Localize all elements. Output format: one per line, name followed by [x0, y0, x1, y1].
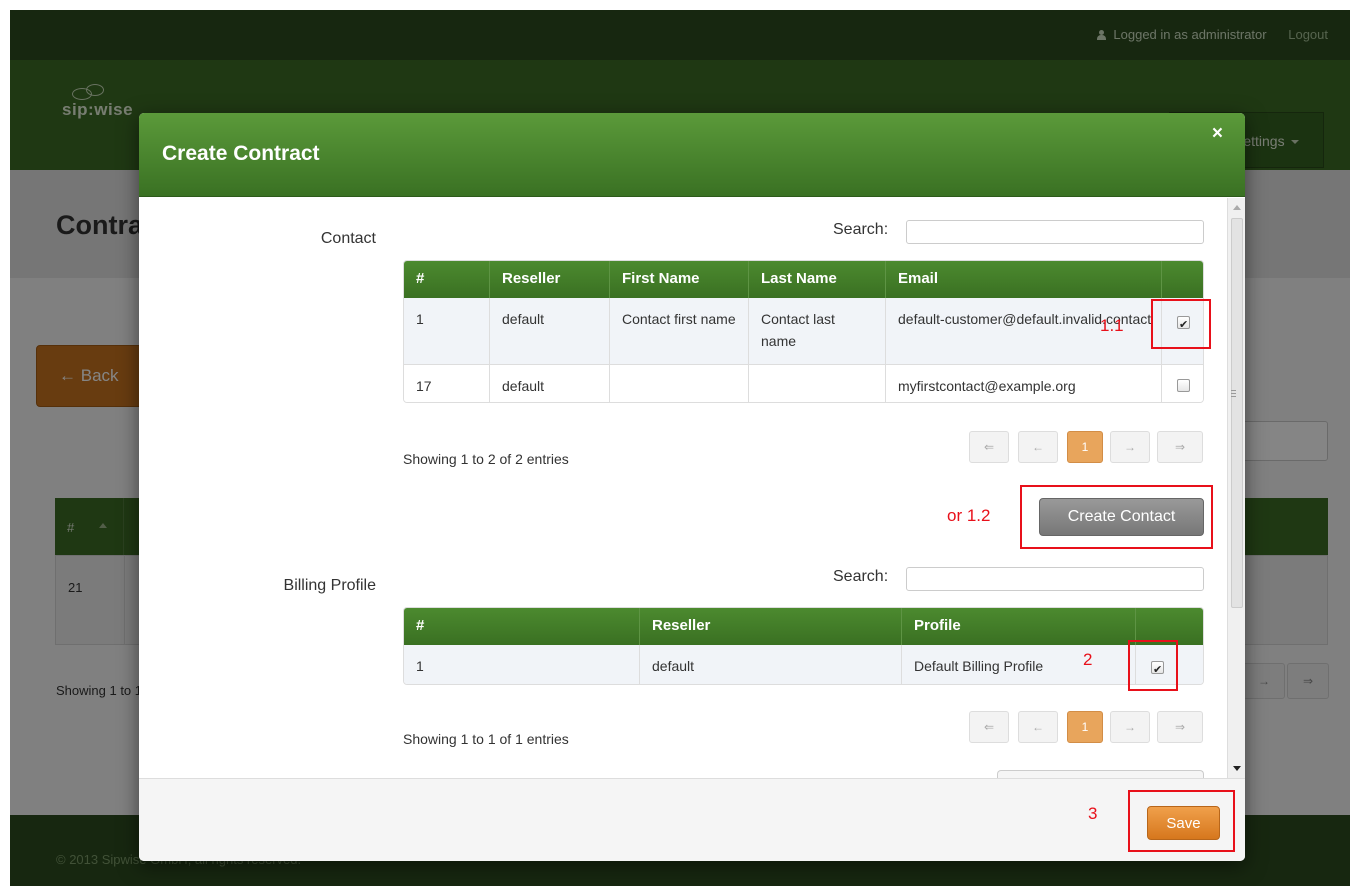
- scroll-up-icon[interactable]: [1231, 201, 1243, 215]
- contact-table-header: # Reseller First Name Last Name Email: [404, 261, 1203, 298]
- contact-pager: ⇐ ← 1 → ⇒: [969, 431, 1205, 463]
- annotation-1-2: or 1.2: [947, 506, 991, 525]
- col-email[interactable]: Email: [886, 261, 1162, 298]
- scroll-grip-icon: [1231, 390, 1236, 391]
- col-reseller[interactable]: Reseller: [640, 608, 902, 645]
- pager-last-button[interactable]: ⇒: [1157, 711, 1203, 743]
- modal-title: Create Contract: [162, 142, 320, 165]
- scroll-down-icon[interactable]: [1231, 762, 1243, 776]
- col-first-name[interactable]: First Name: [610, 261, 749, 298]
- billing-table: # Reseller Profile 1 default Default Bil…: [403, 607, 1204, 685]
- scroll-thumb[interactable]: [1231, 218, 1243, 608]
- col-last-name[interactable]: Last Name: [749, 261, 886, 298]
- cell-id: 17: [404, 365, 490, 402]
- contact-checkbox-17[interactable]: [1177, 379, 1190, 392]
- col-reseller[interactable]: Reseller: [490, 261, 610, 298]
- cell-id: 1: [404, 298, 490, 364]
- cell-reseller: default: [640, 645, 902, 684]
- billing-profile-label: Billing Profile: [283, 577, 376, 594]
- pager-page-1[interactable]: 1: [1067, 711, 1103, 743]
- modal-footer: Save: [139, 778, 1245, 861]
- contact-search-label: Search:: [833, 221, 889, 238]
- col-id[interactable]: #: [404, 261, 490, 298]
- cell-last-name: [749, 365, 886, 402]
- cell-reseller: default: [490, 365, 610, 402]
- cell-last-name: Contact last name: [749, 298, 886, 364]
- annotation-box-1-1: [1151, 299, 1211, 349]
- cell-email: myfirstcontact@example.org: [886, 365, 1162, 402]
- col-select: [1162, 261, 1203, 298]
- cell-first-name: Contact first name: [610, 298, 749, 364]
- contact-table: # Reseller First Name Last Name Email 1 …: [403, 260, 1204, 403]
- pager-first-button[interactable]: ⇐: [969, 711, 1009, 743]
- billing-showing-text: Showing 1 to 1 of 1 entries: [403, 731, 569, 747]
- annotation-box-2: [1128, 640, 1178, 691]
- cell-profile: Default Billing Profile: [902, 645, 1136, 684]
- modal-scrollbar[interactable]: [1227, 198, 1245, 778]
- pager-last-button[interactable]: ⇒: [1157, 431, 1203, 463]
- pager-prev-button[interactable]: ←: [1018, 711, 1058, 743]
- pager-next-button[interactable]: →: [1110, 711, 1150, 743]
- modal-header: Create Contract ×: [139, 113, 1245, 197]
- table-row[interactable]: 1 default Contact first name Contact las…: [404, 298, 1203, 364]
- pager-page-1[interactable]: 1: [1067, 431, 1103, 463]
- annotation-box-1-2: [1020, 485, 1213, 549]
- cell-select: [1162, 365, 1203, 402]
- cell-first-name: [610, 365, 749, 402]
- annotation-box-3: [1128, 790, 1235, 852]
- cell-id: 1: [404, 645, 640, 684]
- billing-search-input[interactable]: [906, 567, 1204, 591]
- billing-search-label: Search:: [833, 568, 889, 585]
- billing-table-header: # Reseller Profile: [404, 608, 1203, 645]
- billing-pager: ⇐ ← 1 → ⇒: [969, 711, 1205, 743]
- col-profile[interactable]: Profile: [902, 608, 1136, 645]
- annotation-2: 2: [1083, 650, 1093, 669]
- contact-search-input[interactable]: [906, 220, 1204, 244]
- close-icon[interactable]: ×: [1212, 123, 1223, 145]
- pager-first-button[interactable]: ⇐: [969, 431, 1009, 463]
- annotation-1-1: 1.1: [1100, 316, 1124, 335]
- table-row[interactable]: 17 default myfirstcontact@example.org: [404, 364, 1203, 402]
- annotation-3: 3: [1088, 804, 1098, 823]
- pager-next-button[interactable]: →: [1110, 431, 1150, 463]
- partially-hidden-button[interactable]: [997, 770, 1204, 778]
- contact-label: Contact: [320, 230, 376, 247]
- cell-reseller: default: [490, 298, 610, 364]
- pager-prev-button[interactable]: ←: [1018, 431, 1058, 463]
- col-id[interactable]: #: [404, 608, 640, 645]
- contact-showing-text: Showing 1 to 2 of 2 entries: [403, 451, 569, 467]
